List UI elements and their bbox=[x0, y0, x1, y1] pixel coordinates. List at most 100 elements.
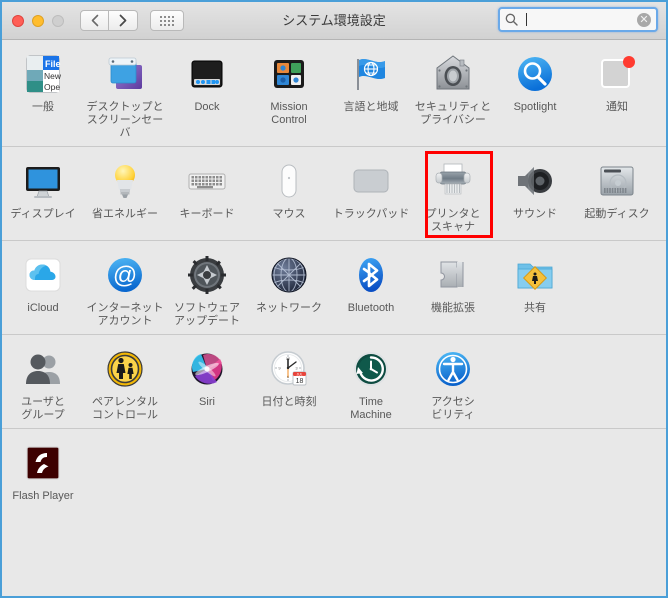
system-preferences-window: システム環境設定 ✕ File New Ope 一般 デスクトップと スクリーン… bbox=[0, 0, 668, 598]
mission-control-icon bbox=[267, 52, 311, 96]
pref-pane-sound[interactable]: サウンド bbox=[494, 155, 576, 234]
pref-pane-date-time[interactable]: 12369 JUL 18 日付と時刻 bbox=[248, 343, 330, 422]
pane-label: デスクトップと スクリーンセーバ bbox=[86, 101, 164, 139]
pref-pane-mission-control[interactable]: Mission Control bbox=[248, 48, 330, 140]
navigation-buttons bbox=[80, 10, 138, 31]
zoom-window-button bbox=[52, 14, 64, 27]
pref-pane-desktop-screensaver[interactable]: デスクトップと スクリーンセーバ bbox=[84, 48, 166, 140]
pref-pane-spotlight[interactable]: Spotlight bbox=[494, 48, 576, 140]
pane-label: Time Machine bbox=[350, 396, 392, 421]
flash-player-icon bbox=[21, 441, 65, 485]
pref-pane-language-region[interactable]: 言語と地域 bbox=[330, 48, 412, 140]
pref-pane-dock[interactable]: Dock bbox=[166, 48, 248, 140]
pane-label: Siri bbox=[199, 396, 215, 408]
preference-row-3: iCloud @ インターネット アカウント ソフトウェア アップデート ネット… bbox=[2, 241, 666, 335]
general-icon: File New Ope bbox=[21, 52, 65, 96]
pref-pane-startup-disk[interactable]: 起動ディスク bbox=[576, 155, 658, 234]
language-region-icon bbox=[349, 52, 393, 96]
pane-label: マウス bbox=[272, 208, 306, 220]
pane-label: サウンド bbox=[513, 208, 557, 220]
pane-label: 通知 bbox=[606, 101, 628, 113]
notification-badge bbox=[623, 56, 635, 68]
pane-label: 言語と地域 bbox=[343, 101, 399, 113]
displays-icon bbox=[21, 159, 65, 203]
svg-text:@: @ bbox=[113, 262, 137, 289]
spotlight-icon bbox=[513, 52, 557, 96]
pref-pane-mouse[interactable]: マウス bbox=[248, 155, 330, 234]
pref-pane-extensions[interactable]: 機能拡張 bbox=[412, 249, 494, 328]
pref-pane-flash-player[interactable]: Flash Player bbox=[2, 437, 84, 503]
dock-icon bbox=[185, 52, 229, 96]
preference-pane-grid: File New Ope 一般 デスクトップと スクリーンセーバ Dock Mi… bbox=[2, 40, 666, 596]
pref-pane-time-machine[interactable]: Time Machine bbox=[330, 343, 412, 422]
svg-text:18: 18 bbox=[296, 378, 304, 385]
sharing-icon bbox=[513, 253, 557, 297]
pref-pane-users-groups[interactable]: ユーザと グループ bbox=[2, 343, 84, 422]
pane-label: アクセシ ビリティ bbox=[431, 396, 475, 421]
desktop-screensaver-icon bbox=[103, 52, 147, 96]
pref-pane-internet-accounts[interactable]: @ インターネット アカウント bbox=[84, 249, 166, 328]
extensions-icon bbox=[431, 253, 475, 297]
preference-row-5: Flash Player bbox=[2, 429, 666, 509]
pane-label: ユーザと グループ bbox=[21, 396, 65, 421]
chevron-left-icon bbox=[91, 14, 98, 27]
back-button[interactable] bbox=[80, 10, 109, 31]
svg-text:New: New bbox=[44, 71, 62, 81]
startup-disk-icon bbox=[595, 159, 639, 203]
bluetooth-icon bbox=[349, 253, 393, 297]
notifications-icon bbox=[595, 52, 639, 96]
pref-pane-software-update[interactable]: ソフトウェア アップデート bbox=[166, 249, 248, 328]
pref-pane-keyboard[interactable]: キーボード bbox=[166, 155, 248, 234]
siri-icon bbox=[185, 347, 229, 391]
accessibility-icon bbox=[431, 347, 475, 391]
pref-pane-energy-saver[interactable]: 省エネルギー bbox=[84, 155, 166, 234]
close-window-button[interactable] bbox=[12, 14, 24, 27]
pane-label: 省エネルギー bbox=[92, 208, 158, 220]
forward-button[interactable] bbox=[109, 10, 138, 31]
pref-pane-notifications[interactable]: 通知 bbox=[576, 48, 658, 140]
pref-pane-printers-scanners[interactable]: プリンタと スキャナ bbox=[412, 155, 494, 234]
trackpad-icon bbox=[349, 159, 393, 203]
internet-accounts-icon: @ bbox=[103, 253, 147, 297]
pane-label: ネットワーク bbox=[256, 302, 322, 314]
pane-label: Spotlight bbox=[513, 101, 557, 113]
minimize-window-button[interactable] bbox=[32, 14, 44, 27]
pane-label: Bluetooth bbox=[347, 302, 395, 314]
pane-label: プリンタと スキャナ bbox=[425, 208, 481, 233]
pane-label: Dock bbox=[194, 101, 220, 113]
pref-pane-icloud[interactable]: iCloud bbox=[2, 249, 84, 328]
pref-pane-parental-controls[interactable]: ペアレンタル コントロール bbox=[84, 343, 166, 422]
pane-label: ソフトウェア アップデート bbox=[174, 302, 240, 327]
network-icon bbox=[267, 253, 311, 297]
pref-pane-network[interactable]: ネットワーク bbox=[248, 249, 330, 328]
traffic-light-group bbox=[12, 14, 64, 27]
pane-label: iCloud bbox=[27, 302, 59, 314]
pref-pane-siri[interactable]: Siri bbox=[166, 343, 248, 422]
printers-scanners-icon bbox=[431, 159, 475, 203]
search-field[interactable]: ✕ bbox=[498, 7, 658, 32]
users-groups-icon bbox=[21, 347, 65, 391]
pref-pane-general[interactable]: File New Ope 一般 bbox=[2, 48, 84, 140]
pref-pane-security-privacy[interactable]: セキュリティと プライバシー bbox=[412, 48, 494, 140]
pane-label: ペアレンタル コントロール bbox=[92, 396, 158, 421]
preference-row-2: ディスプレイ 省エネルギー キーボード マウス トラックパッド プリンタと スキ… bbox=[2, 147, 666, 241]
energy-saver-icon bbox=[103, 159, 147, 203]
mouse-icon bbox=[267, 159, 311, 203]
window-titlebar: システム環境設定 ✕ bbox=[2, 2, 666, 40]
pref-pane-displays[interactable]: ディスプレイ bbox=[2, 155, 84, 234]
pref-pane-trackpad[interactable]: トラックパッド bbox=[330, 155, 412, 234]
pane-label: セキュリティと プライバシー bbox=[414, 101, 492, 126]
pref-pane-accessibility[interactable]: アクセシ ビリティ bbox=[412, 343, 494, 422]
icloud-icon bbox=[21, 253, 65, 297]
show-all-button[interactable] bbox=[150, 10, 184, 31]
svg-text:File: File bbox=[45, 59, 61, 69]
pane-label: 日付と時刻 bbox=[261, 396, 317, 408]
search-icon bbox=[505, 13, 518, 26]
pref-pane-bluetooth[interactable]: Bluetooth bbox=[330, 249, 412, 328]
pane-label: Flash Player bbox=[12, 490, 74, 502]
clear-search-icon[interactable]: ✕ bbox=[637, 12, 651, 27]
software-update-icon bbox=[185, 253, 229, 297]
pref-pane-sharing[interactable]: 共有 bbox=[494, 249, 576, 328]
pane-label: 機能拡張 bbox=[431, 302, 475, 314]
grid-dots-icon bbox=[160, 15, 174, 26]
